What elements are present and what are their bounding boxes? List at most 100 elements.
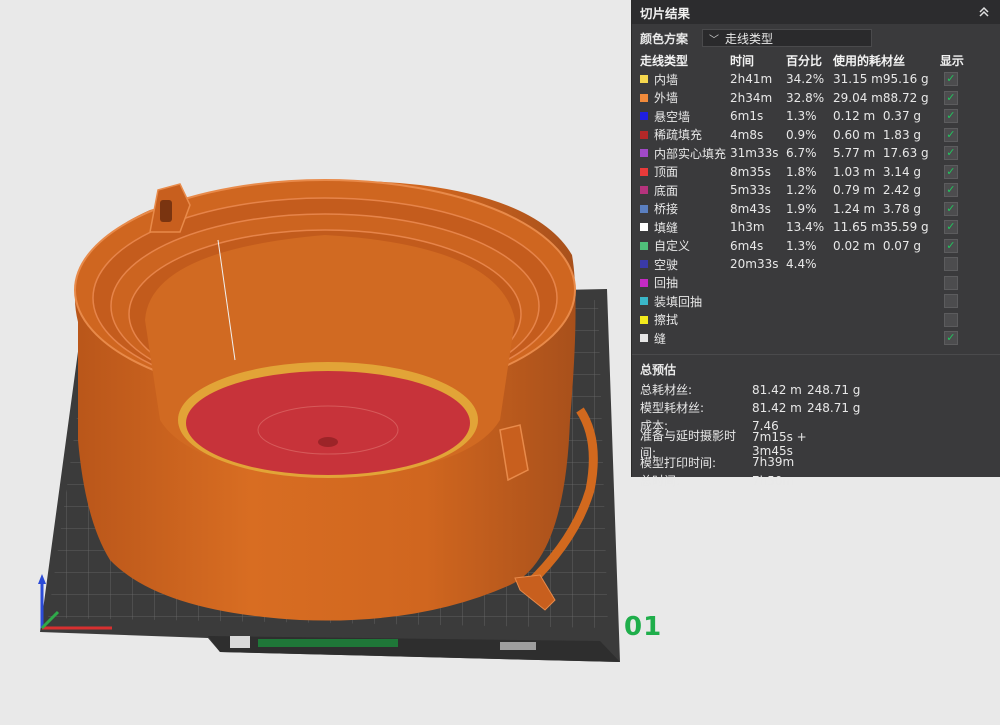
percent-cell: 32.8% — [786, 90, 825, 105]
summary-row: 准备与延时摄影时间: 7m15s + 3m45s — [632, 429, 1000, 460]
summary-value: 7h50m — [752, 473, 795, 488]
feature-type-cell: 悬空墙 — [640, 107, 730, 126]
color-swatch — [640, 149, 648, 158]
table-row: 桥接 8m43s 1.9% 1.24 m 3.78 g ✓ — [640, 200, 980, 219]
length-cell: 11.65 m — [833, 220, 883, 235]
percent-cell — [786, 329, 833, 348]
table-row: 回抽 — [640, 274, 980, 293]
slice-results-panel: 切片结果 颜色方案 ﹀ 走线类型 走线类型 时间 百分比 使用的耗材丝 显示 内… — [631, 0, 1000, 488]
percent-cell: 13.4% — [786, 220, 825, 235]
length-cell: 0.12 m — [833, 109, 876, 124]
feature-type-label: 底面 — [654, 183, 679, 198]
display-cell: ✓ — [940, 200, 980, 219]
weight-cell — [883, 292, 940, 311]
color-scheme-label: 颜色方案 — [640, 31, 689, 46]
feature-type-label: 稀疏填充 — [654, 128, 703, 143]
display-cell — [940, 274, 980, 293]
display-checkbox[interactable]: ✓ — [943, 146, 958, 161]
time-cell — [730, 329, 786, 348]
display-checkbox[interactable]: ✓ — [943, 127, 958, 142]
length-cell: 0.79 m — [833, 183, 876, 198]
weight-cell: 0.07 g — [882, 238, 922, 253]
display-checkbox[interactable]: ✓ — [943, 72, 958, 87]
percent-cell: 1.3% — [786, 109, 817, 124]
feature-type-label: 悬空墙 — [654, 109, 691, 124]
color-scheme-select[interactable]: ﹀ 走线类型 — [702, 29, 872, 47]
table-row: 装填回抽 — [640, 292, 980, 311]
color-scheme-value: 走线类型 — [725, 31, 774, 46]
weight-cell: 2.42 g — [882, 183, 922, 198]
feature-type-cell: 回抽 — [640, 274, 730, 293]
percent-cell: 0.9% — [786, 127, 817, 142]
display-cell — [940, 255, 980, 274]
top-surface — [186, 371, 470, 475]
display-checkbox[interactable]: ✓ — [943, 220, 958, 235]
time-cell: 4m8s — [730, 127, 764, 142]
color-swatch — [640, 130, 648, 139]
time-cell — [730, 274, 786, 293]
table-row: 擦拭 — [640, 311, 980, 330]
display-checkbox[interactable]: ✓ — [943, 164, 958, 179]
time-cell — [730, 311, 786, 330]
feature-type-cell: 填缝 — [640, 218, 730, 237]
time-cell: 2h34m — [730, 90, 773, 105]
table-header: 走线类型 时间 百分比 使用的耗材丝 显示 — [640, 50, 980, 70]
col-header-time: 时间 — [730, 53, 755, 68]
weight-cell — [883, 311, 940, 330]
feature-type-cell: 装填回抽 — [640, 292, 730, 311]
color-swatch — [640, 297, 648, 306]
feature-type-cell: 内部实心填充 — [640, 144, 730, 163]
feature-type-label: 外墙 — [654, 91, 679, 106]
weight-cell: 95.16 g — [882, 72, 929, 87]
display-cell — [940, 292, 980, 311]
col-header-percent: 百分比 — [786, 53, 823, 68]
color-swatch — [640, 167, 648, 176]
display-cell: ✓ — [940, 329, 980, 348]
feature-type-cell: 空驶 — [640, 255, 730, 274]
feature-type-label: 填缝 — [654, 220, 679, 235]
col-header-filament: 使用的耗材丝 — [833, 53, 906, 68]
feature-table: 走线类型 时间 百分比 使用的耗材丝 显示 内墙 2h41m 34.2% 31.15 … — [640, 50, 980, 348]
display-checkbox[interactable]: ✓ — [943, 201, 958, 216]
display-checkbox[interactable] — [943, 257, 958, 272]
display-checkbox[interactable]: ✓ — [943, 109, 958, 124]
summary-key: 模型打印时间: — [640, 455, 717, 470]
display-checkbox[interactable]: ✓ — [943, 331, 958, 346]
time-cell — [730, 292, 786, 311]
chevron-down-icon: ﹀ — [709, 34, 719, 46]
feature-type-cell: 擦拭 — [640, 311, 730, 330]
color-swatch — [640, 75, 648, 84]
display-checkbox[interactable] — [943, 294, 958, 309]
table-row: 外墙 2h34m 32.8% 29.04 m 88.72 g ✓ — [640, 89, 980, 108]
summary-row: 总时间: 7h50m — [632, 471, 1000, 489]
display-checkbox[interactable]: ✓ — [943, 183, 958, 198]
feature-type-cell: 顶面 — [640, 163, 730, 182]
time-cell: 8m43s — [730, 201, 771, 216]
collapse-button[interactable] — [976, 4, 992, 20]
percent-cell: 1.2% — [786, 183, 817, 198]
time-cell: 20m33s — [730, 257, 779, 272]
display-cell — [940, 311, 980, 330]
length-cell: 5.77 m — [833, 146, 876, 161]
length-cell — [833, 292, 883, 311]
display-checkbox[interactable] — [943, 312, 958, 327]
display-checkbox[interactable]: ✓ — [943, 90, 958, 105]
length-cell: 0.60 m — [833, 127, 876, 142]
plate-number: 01 — [624, 612, 663, 642]
length-cell: 1.03 m — [833, 164, 876, 179]
color-swatch — [640, 241, 648, 250]
table-row: 缝 ✓ — [640, 329, 980, 348]
checkmark-icon: ✓ — [946, 127, 956, 141]
summary-value-2: 248.71 g — [807, 382, 861, 397]
summary-value: 81.42 m — [752, 400, 802, 415]
percent-cell: 1.3% — [786, 238, 817, 253]
weight-cell: 3.78 g — [882, 201, 922, 216]
display-checkbox[interactable]: ✓ — [943, 238, 958, 253]
plate-logo-icon — [230, 636, 250, 648]
summary-key: 模型耗材丝: — [640, 401, 705, 416]
sliced-model — [74, 179, 598, 621]
length-cell: 0.02 m — [833, 238, 876, 253]
feature-type-label: 空驶 — [654, 257, 679, 272]
checkmark-icon: ✓ — [946, 183, 956, 197]
display-checkbox[interactable] — [943, 275, 958, 290]
